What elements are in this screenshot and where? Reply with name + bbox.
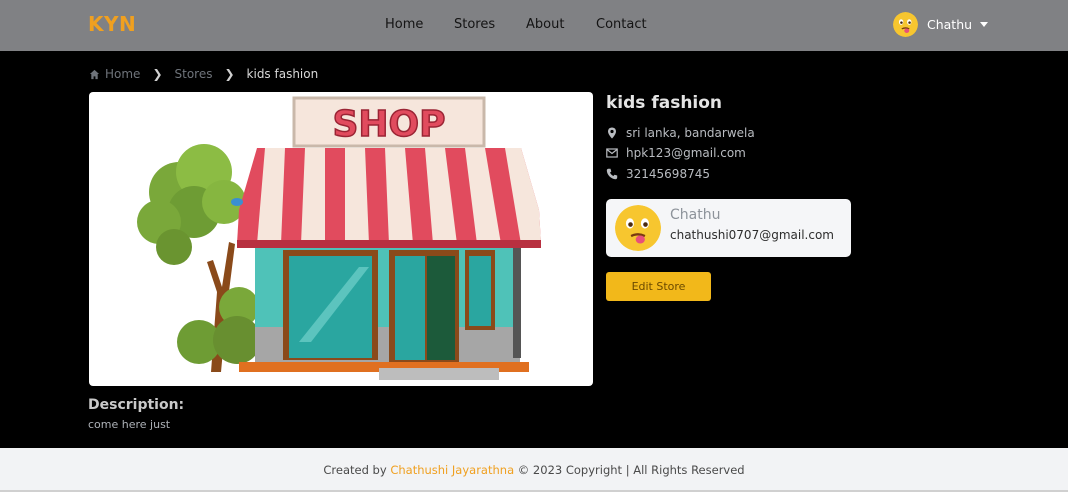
navbar: KYN Home Stores About Contact Chathu <box>0 0 1068 51</box>
nav-home[interactable]: Home <box>385 17 423 32</box>
breadcrumb: Home ❯ Stores ❯ kids fashion <box>89 67 318 81</box>
description-title: Description: <box>88 397 185 413</box>
store-phone-text[interactable]: 32145698745 <box>626 167 710 181</box>
owner-card: Chathu chathushi0707@gmail.com <box>606 199 851 257</box>
store-name: kids fashion <box>606 93 723 113</box>
location-pin-icon <box>608 127 616 139</box>
shop-sign-text: SHOP <box>332 104 445 145</box>
footer-author-link[interactable]: Chathushi Jayarathna <box>390 463 514 477</box>
footer-prefix: Created by <box>323 463 387 477</box>
breadcrumb-separator: ❯ <box>152 67 163 81</box>
phone-icon <box>606 168 618 180</box>
home-icon <box>89 69 100 79</box>
footer: Created by Chathushi Jayarathna © 2023 C… <box>0 448 1068 492</box>
store-image: SHOP <box>89 92 593 386</box>
store-email-text[interactable]: hpk123@gmail.com <box>626 146 746 160</box>
store-location: sri lanka, bandarwela <box>606 126 755 140</box>
breadcrumb-stores[interactable]: Stores <box>175 67 213 81</box>
owner-email: chathushi0707@gmail.com <box>670 228 834 242</box>
description-text: come here just <box>88 418 171 431</box>
store-location-text: sri lanka, bandarwela <box>626 126 755 140</box>
emoji-avatar-icon <box>893 11 918 37</box>
user-name: Chathu <box>927 16 973 32</box>
store-phone: 32145698745 <box>606 167 710 181</box>
logo[interactable]: KYN <box>88 12 136 36</box>
footer-copyright: © 2023 Copyright | All Rights Reserved <box>517 463 745 477</box>
edit-store-button[interactable]: Edit Store <box>606 272 711 301</box>
nav-stores[interactable]: Stores <box>454 17 495 32</box>
emoji-avatar-icon <box>615 205 661 251</box>
breadcrumb-current: kids fashion <box>246 67 319 81</box>
store-email: hpk123@gmail.com <box>606 146 746 160</box>
breadcrumb-separator: ❯ <box>224 67 235 81</box>
user-menu[interactable]: Chathu <box>893 11 989 37</box>
footer-text: Created by Chathushi Jayarathna © 2023 C… <box>0 463 1068 477</box>
chevron-down-icon[interactable] <box>980 21 989 27</box>
breadcrumb-home[interactable]: Home <box>105 67 140 81</box>
nav-about[interactable]: About <box>526 17 564 32</box>
nav-contact[interactable]: Contact <box>596 17 647 32</box>
owner-name: Chathu <box>670 207 721 223</box>
email-icon <box>606 148 618 158</box>
